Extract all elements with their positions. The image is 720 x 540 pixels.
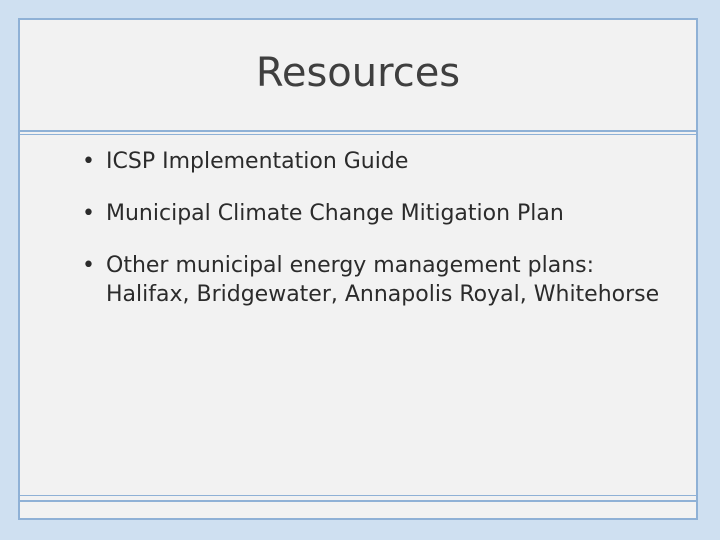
bullet-item: • ICSP Implementation Guide bbox=[82, 147, 672, 176]
bullet-text: ICSP Implementation Guide bbox=[106, 149, 409, 174]
bullet-list: • ICSP Implementation Guide • Municipal … bbox=[82, 147, 672, 332]
slide: Resources • ICSP Implementation Guide • … bbox=[18, 18, 698, 520]
bullet-item: • Municipal Climate Change Mitigation Pl… bbox=[82, 199, 672, 228]
bullet-item: • Other municipal energy management plan… bbox=[82, 251, 672, 309]
slide-title: Resources bbox=[255, 50, 461, 96]
bullet-marker: • bbox=[82, 201, 95, 226]
title-band: Resources bbox=[20, 20, 696, 132]
bullet-text: Municipal Climate Change Mitigation Plan bbox=[106, 201, 564, 226]
footer-band bbox=[20, 500, 696, 518]
title-divider bbox=[20, 134, 696, 135]
footer-divider bbox=[20, 495, 696, 496]
bullet-marker: • bbox=[82, 253, 95, 278]
bullet-marker: • bbox=[82, 149, 95, 174]
bullet-text: Other municipal energy management plans:… bbox=[106, 253, 660, 307]
